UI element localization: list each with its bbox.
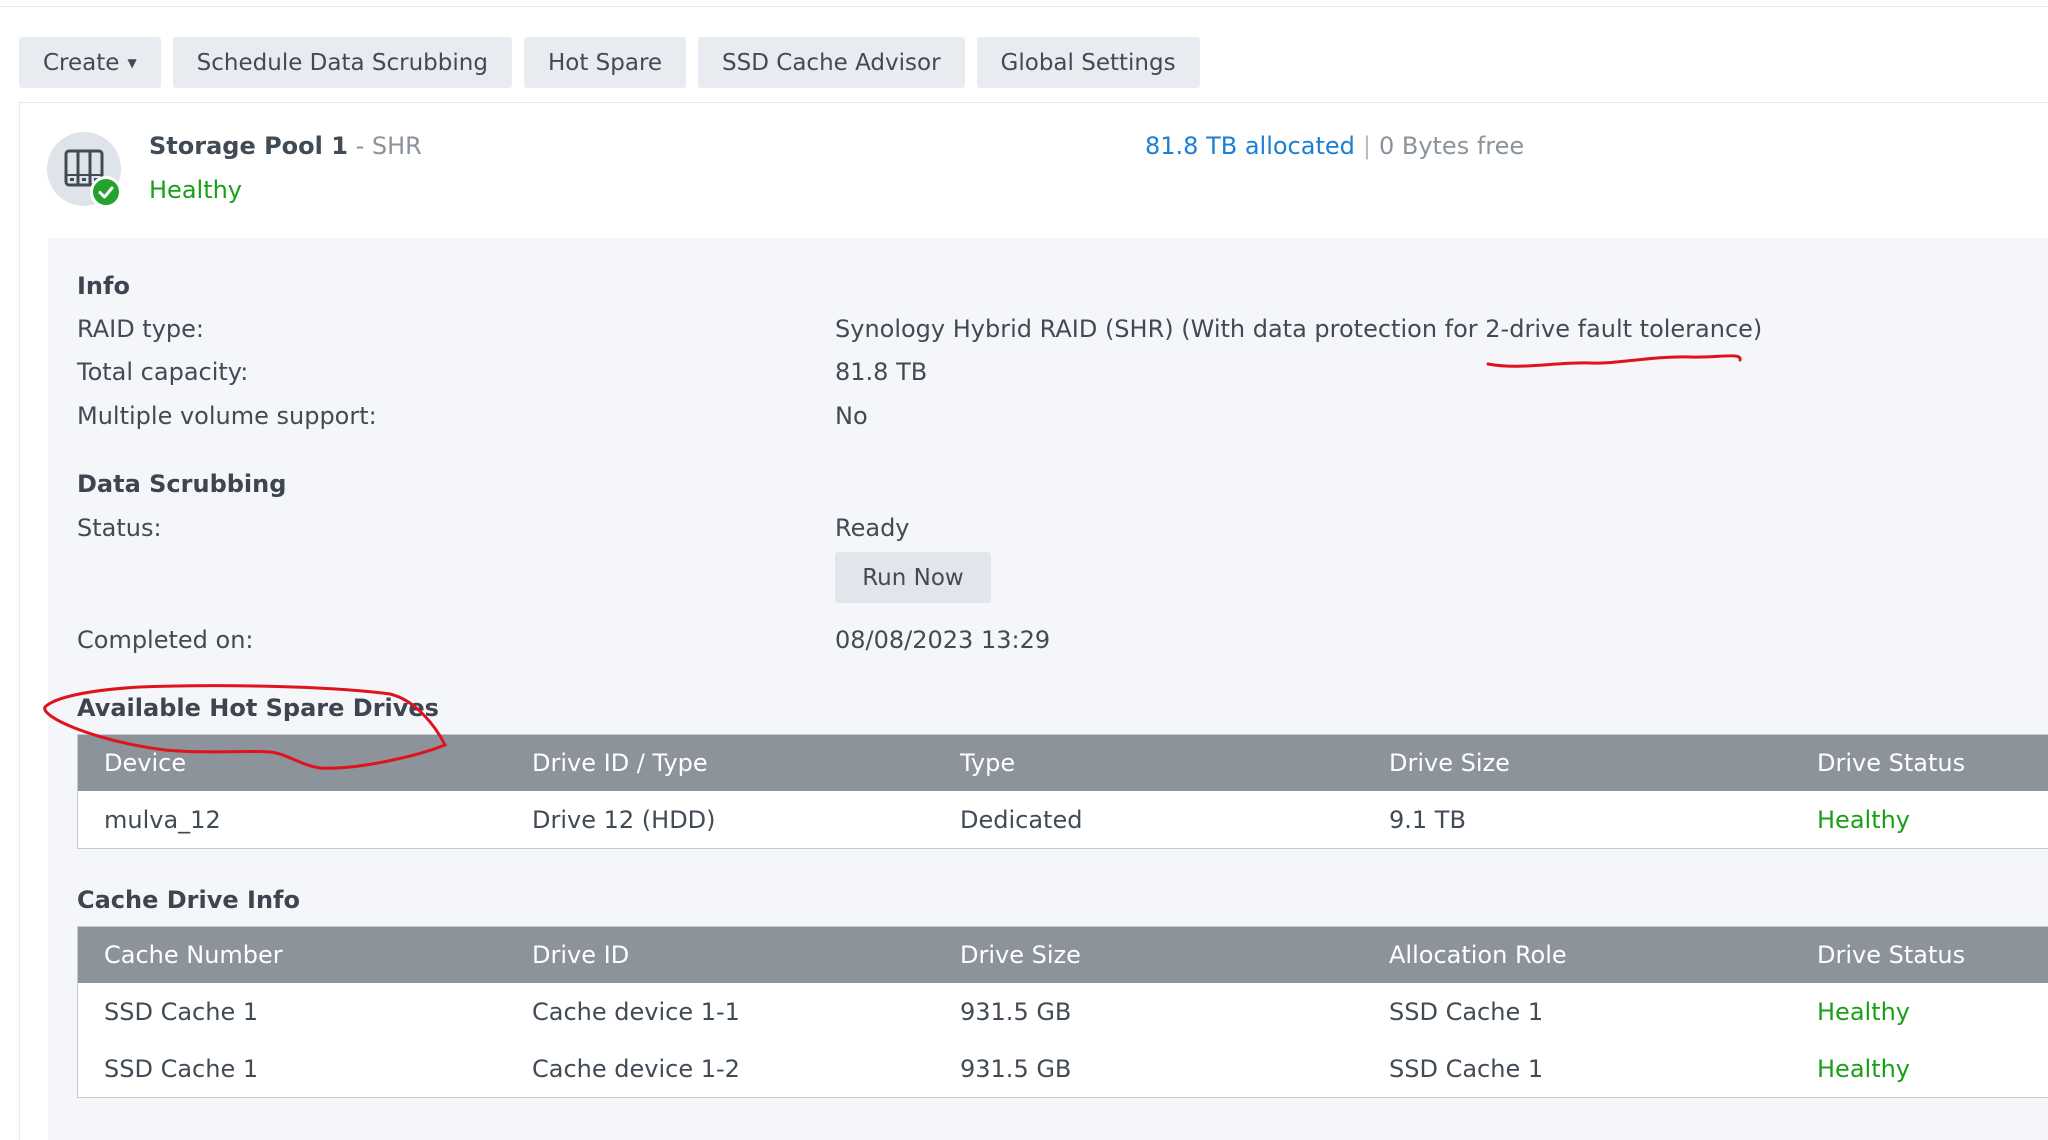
drive-status: Healthy xyxy=(1817,997,1911,1026)
top-divider xyxy=(0,6,2048,7)
table-header: Cache Number Drive ID Drive Size Allocat… xyxy=(78,927,2048,983)
multiple-volume-label: Multiple volume support: xyxy=(77,402,377,430)
table-cell: SSD Cache 1 xyxy=(1389,1054,1544,1083)
total-capacity-value: 81.8 TB xyxy=(835,358,928,386)
caret-down-icon: ▼ xyxy=(127,55,137,70)
ssd-cache-advisor-button[interactable]: SSD Cache Advisor xyxy=(698,37,965,88)
column-header[interactable]: Device xyxy=(104,735,186,791)
drive-status: Healthy xyxy=(1817,1054,1911,1083)
pool-status: Healthy xyxy=(149,176,243,204)
table-cell: Dedicated xyxy=(960,805,1083,834)
table-cell: mulva_12 xyxy=(104,805,221,834)
multiple-volume-value: No xyxy=(835,402,868,430)
table-header: Device Drive ID / Type Type Drive Size D… xyxy=(78,735,2048,791)
column-header[interactable]: Cache Number xyxy=(104,927,283,983)
column-header[interactable]: Drive Size xyxy=(1389,735,1510,791)
column-header[interactable]: Drive Status xyxy=(1817,735,1965,791)
allocation-separator: | xyxy=(1362,132,1371,160)
column-header[interactable]: Drive Status xyxy=(1817,927,1965,983)
cache-drive-table: Cache Number Drive ID Drive Size Allocat… xyxy=(77,926,2048,1098)
total-capacity-label: Total capacity: xyxy=(77,358,249,386)
scrubbing-status-value: Ready xyxy=(835,514,910,542)
table-cell: 9.1 TB xyxy=(1389,805,1466,834)
table-row[interactable]: SSD Cache 1 Cache device 1-2 931.5 GB SS… xyxy=(78,1040,2048,1097)
pool-allocation: 81.8 TB allocated | 0 Bytes free xyxy=(1145,132,1524,160)
table-cell: Cache device 1-1 xyxy=(532,997,740,1026)
toolbar: Create ▼ Schedule Data Scrubbing Hot Spa… xyxy=(19,37,1200,88)
column-header[interactable]: Drive ID / Type xyxy=(532,735,708,791)
table-cell: SSD Cache 1 xyxy=(104,997,259,1026)
hot-spare-table: Device Drive ID / Type Type Drive Size D… xyxy=(77,734,2048,849)
raid-type-label: RAID type: xyxy=(77,315,205,343)
completed-on-value: 08/08/2023 13:29 xyxy=(835,626,1051,654)
scrubbing-status-label: Status: xyxy=(77,514,162,542)
column-header[interactable]: Allocation Role xyxy=(1389,927,1567,983)
free-space: 0 Bytes free xyxy=(1378,132,1525,160)
column-header[interactable]: Type xyxy=(960,735,1015,791)
drive-status: Healthy xyxy=(1817,805,1911,834)
raid-type-value: Synology Hybrid RAID (SHR) (With data pr… xyxy=(835,315,1763,343)
allocated-link[interactable]: 81.8 TB allocated xyxy=(1145,132,1355,160)
completed-on-label: Completed on: xyxy=(77,626,254,654)
create-button-label: Create xyxy=(43,49,120,76)
info-heading: Info xyxy=(77,272,130,300)
global-settings-button[interactable]: Global Settings xyxy=(976,37,1200,88)
pool-name: Storage Pool 1 xyxy=(149,132,348,160)
table-row[interactable]: mulva_12 Drive 12 (HDD) Dedicated 9.1 TB… xyxy=(78,791,2048,848)
column-header[interactable]: Drive Size xyxy=(960,927,1081,983)
table-cell: SSD Cache 1 xyxy=(104,1054,259,1083)
run-now-button[interactable]: Run Now xyxy=(835,552,991,603)
pool-type: - SHR xyxy=(355,132,422,160)
data-scrubbing-heading: Data Scrubbing xyxy=(77,470,287,498)
check-circle-icon xyxy=(90,176,122,208)
create-button[interactable]: Create ▼ xyxy=(19,37,161,88)
column-header[interactable]: Drive ID xyxy=(532,927,629,983)
table-cell: SSD Cache 1 xyxy=(1389,997,1544,1026)
pool-title: Storage Pool 1 - SHR xyxy=(149,132,422,160)
hot-spare-heading: Available Hot Spare Drives xyxy=(77,694,439,722)
table-cell: 931.5 GB xyxy=(960,997,1072,1026)
table-cell: Cache device 1-2 xyxy=(532,1054,740,1083)
table-cell: Drive 12 (HDD) xyxy=(532,805,716,834)
cache-drive-heading: Cache Drive Info xyxy=(77,886,300,914)
table-row[interactable]: SSD Cache 1 Cache device 1-1 931.5 GB SS… xyxy=(78,983,2048,1040)
table-cell: 931.5 GB xyxy=(960,1054,1072,1083)
hot-spare-button[interactable]: Hot Spare xyxy=(523,37,687,88)
schedule-data-scrubbing-button[interactable]: Schedule Data Scrubbing xyxy=(172,37,512,88)
